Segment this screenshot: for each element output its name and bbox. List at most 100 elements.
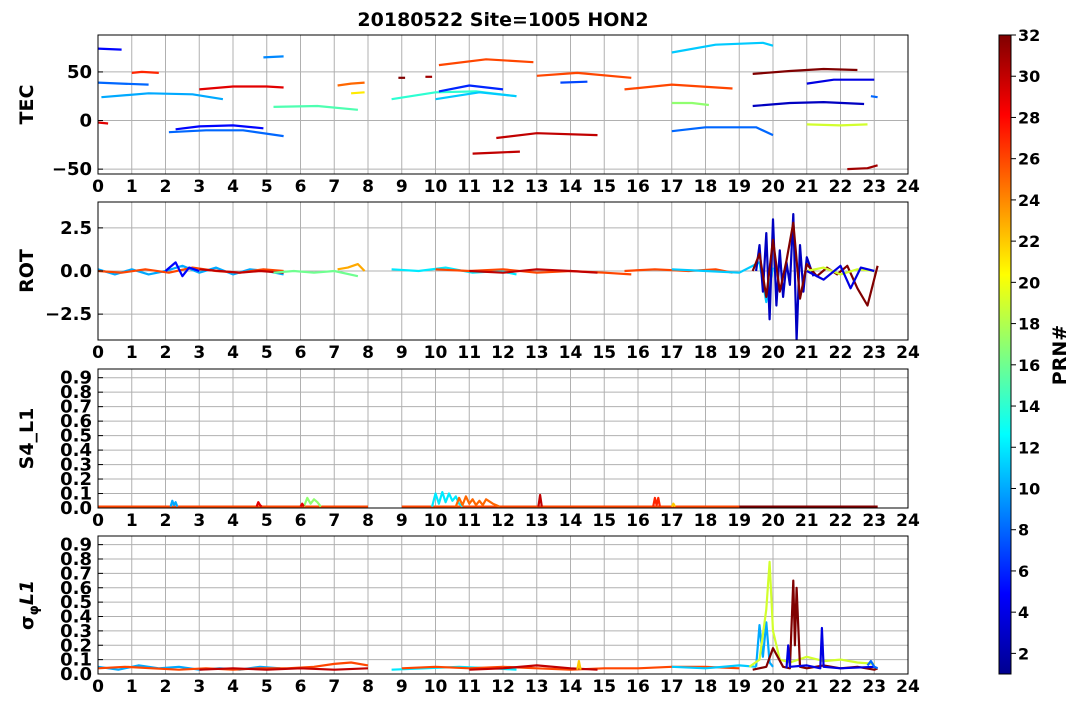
x-tick-label: 9 (396, 677, 408, 697)
x-tick-label: 1 (126, 511, 138, 531)
x-tick-label: 14 (559, 511, 583, 531)
x-tick-label: 6 (295, 177, 307, 197)
x-tick-label: 23 (862, 677, 886, 697)
x-tick-label: 5 (261, 511, 273, 531)
x-tick-label: 5 (261, 677, 273, 697)
x-tick-label: 15 (592, 511, 616, 531)
colorbar-tick-label: 16 (1018, 356, 1040, 375)
x-tick-label: 23 (862, 511, 886, 531)
colorbar-tick-label: 18 (1018, 315, 1040, 334)
colorbar-tick-label: 6 (1018, 562, 1029, 581)
colorbar-tick-label: 8 (1018, 521, 1029, 540)
x-tick-label: 4 (227, 511, 239, 531)
figure-title: 20180522 Site=1005 HON2 (357, 9, 648, 31)
colorbar-label: PRN# (1049, 325, 1071, 385)
x-tick-label: 17 (660, 177, 684, 197)
colorbar-tick-label: 2 (1018, 644, 1029, 663)
x-tick-label: 3 (193, 677, 205, 697)
tec-series-prn-7 (560, 80, 588, 84)
tec-series-prn-27 (131, 70, 159, 74)
x-tick-label: 24 (896, 177, 920, 197)
x-tick-label: 3 (193, 177, 205, 197)
x-tick-label: 15 (592, 677, 616, 697)
x-tick-label: 4 (227, 677, 239, 697)
x-tick-label: 19 (727, 177, 751, 197)
y-tick-label: 50 (67, 62, 92, 83)
colorbar-tick-label: 32 (1018, 26, 1040, 45)
l1-suffix: L1 (16, 580, 38, 605)
colorbar-gradient (998, 34, 1012, 675)
x-tick-label: 15 (592, 343, 616, 363)
x-tick-label: 2 (160, 177, 172, 197)
x-tick-label: 11 (457, 343, 481, 363)
x-tick-label: 6 (295, 677, 307, 697)
tec-series-prn-19 (806, 123, 868, 127)
x-tick-label: 19 (727, 677, 751, 697)
x-tick-label: 8 (362, 177, 374, 197)
figure: 20180522 Site=1005 HON2 0 1 2 3 4 5 6 7 8 9 10 11 12… (16, 9, 1071, 697)
x-tick-label: 9 (396, 177, 408, 197)
x-tick-label: 9 (396, 343, 408, 363)
x-tick-label: 19 (727, 511, 751, 531)
x-tick-label: 24 (896, 511, 920, 531)
x-tick-label: 13 (525, 677, 549, 697)
y-tick-label: −2.5 (45, 304, 92, 325)
x-tick-label: 12 (491, 677, 515, 697)
x-tick-label: 13 (525, 343, 549, 363)
x-tick-label: 18 (694, 677, 718, 697)
x-tick-label: 5 (261, 343, 273, 363)
x-tick-label: 5 (261, 177, 273, 197)
x-tick-label: 13 (525, 177, 549, 197)
colorbar-tick-label: 4 (1018, 603, 1029, 622)
x-tick-label: 16 (626, 177, 650, 197)
x-tick-label: 14 (559, 677, 583, 697)
x-tick-label: 8 (362, 343, 374, 363)
x-tick-label: 4 (227, 177, 239, 197)
colorbar-tick-label: 14 (1018, 397, 1040, 416)
x-tick-label: 0 (92, 511, 104, 531)
x-tick-label: 2 (160, 511, 172, 531)
colorbar-tick-label: 24 (1018, 191, 1040, 210)
x-tick-label: 7 (328, 511, 340, 531)
s4-panel: 0 1 2 3 4 5 6 7 8 9 10 11 12 13 14 15 16 17 18 19 20 21 22 23 24… (16, 368, 920, 531)
x-tick-label: 1 (126, 677, 138, 697)
y-tick-label: 0.9 (60, 535, 92, 556)
x-tick-label: 23 (862, 343, 886, 363)
x-tick-label: 11 (457, 177, 481, 197)
x-tick-label: 15 (592, 177, 616, 197)
sigma-phi-series-prn-30 (199, 667, 369, 671)
tec-series-prn-8 (870, 95, 878, 99)
x-tick-label: 12 (491, 511, 515, 531)
x-tick-label: 21 (795, 511, 819, 531)
x-tick-label: 3 (193, 511, 205, 531)
tec-y-axis-label: TEC (16, 85, 38, 125)
x-tick-label: 0 (92, 177, 104, 197)
x-tick-label: 20 (761, 677, 785, 697)
colorbar-tick-label: 28 (1018, 108, 1040, 127)
x-tick-label: 1 (126, 177, 138, 197)
y-tick-label: −50 (52, 159, 92, 180)
x-tick-label: 7 (328, 177, 340, 197)
y-tick-label: 0.9 (60, 368, 92, 389)
x-tick-label: 7 (328, 343, 340, 363)
colorbar-tick-label: 30 (1018, 67, 1040, 86)
x-tick-label: 6 (295, 343, 307, 363)
x-tick-label: 12 (491, 343, 515, 363)
x-tick-label: 20 (761, 177, 785, 197)
x-tick-label: 17 (660, 511, 684, 531)
x-tick-label: 22 (829, 511, 853, 531)
x-tick-label: 19 (727, 343, 751, 363)
x-tick-label: 24 (896, 343, 920, 363)
colorbar-tick-label: 20 (1018, 273, 1040, 292)
x-tick-label: 0 (92, 343, 104, 363)
x-tick-label: 8 (362, 511, 374, 531)
tec-panel: 0 1 2 3 4 5 6 7 8 9 10 11 12 13 14 15 16 17 18 19 20 21 22 23 24… (16, 34, 920, 197)
s4-y-axis-label: S4_L1 (16, 408, 38, 470)
tec-series-prn-9 (263, 55, 284, 59)
y-tick-label: 0.0 (60, 261, 92, 282)
x-tick-label: 20 (761, 511, 785, 531)
colorbar-ticks: 2468101214161820222426283032 (1011, 26, 1040, 663)
x-tick-label: 16 (626, 677, 650, 697)
x-tick-label: 10 (424, 511, 448, 531)
colorbar-tick-label: 10 (1018, 479, 1040, 498)
